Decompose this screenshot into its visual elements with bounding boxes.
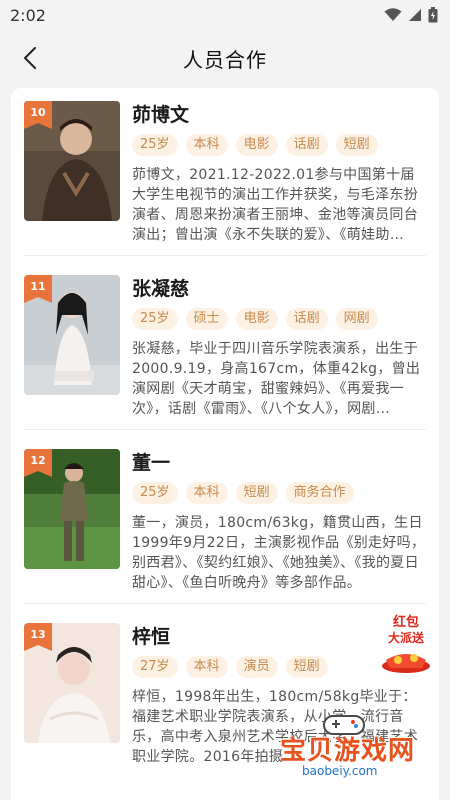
- person-name: 张凝慈: [132, 278, 190, 300]
- tag: 话剧: [285, 134, 328, 156]
- tag: 本科: [185, 656, 228, 678]
- chevron-left-icon: [24, 47, 36, 69]
- status-icons: [384, 7, 438, 23]
- person-description: 茆博文，2021.12-2022.01参与中国第十届大学生电视节的演出工作并获奖…: [132, 167, 418, 243]
- tag: 本科: [185, 482, 228, 504]
- page-title: 人员合作: [183, 47, 267, 72]
- signal-icon: [409, 9, 421, 21]
- tag-age: 25岁: [132, 482, 178, 504]
- rank-badge: 13: [24, 623, 52, 651]
- divider: [24, 255, 426, 256]
- person-description: 张凝慈，毕业于四川音乐学院表演系，出生于2000.9.19，身高167cm，体重…: [132, 341, 421, 417]
- person-list: 10 茆博文 25岁 本科 电影 话剧 短剧 茆博文，2021.12-2022.…: [11, 88, 439, 800]
- person-name: 董一: [132, 452, 171, 474]
- tag: 商务合作: [285, 482, 354, 504]
- tag-list: 27岁 本科 演员 短剧: [132, 656, 328, 678]
- divider: [24, 603, 426, 604]
- tag-age: 25岁: [132, 134, 178, 156]
- tag: 本科: [185, 134, 228, 156]
- person-card[interactable]: 11 张凝慈 25岁 硕士 电影 话剧 网剧 张凝慈，毕业于四川音乐学院表演系，…: [11, 262, 439, 430]
- rank-badge: 10: [24, 101, 52, 129]
- rank-badge: 12: [24, 449, 52, 477]
- tag: 短剧: [285, 656, 328, 678]
- back-button[interactable]: [14, 42, 46, 74]
- watermark-url: baobeiy.com: [302, 764, 378, 778]
- tag-list: 25岁 硕士 电影 话剧 网剧: [132, 308, 378, 330]
- tag: 短剧: [335, 134, 378, 156]
- tag: 电影: [235, 308, 278, 330]
- tag: 网剧: [335, 308, 378, 330]
- tag: 话剧: [285, 308, 328, 330]
- tag-age: 25岁: [132, 308, 178, 330]
- watermark-logo: 宝贝游戏网 baobeiy.com: [268, 712, 428, 792]
- app-header: 人员合作: [0, 30, 450, 86]
- tag-list: 25岁 本科 短剧 商务合作: [132, 482, 354, 504]
- watermark-text: 宝贝游戏网: [280, 736, 416, 766]
- red-packet-line1: 红包: [393, 614, 419, 630]
- status-bar: 2:02: [0, 0, 450, 30]
- person-card[interactable]: 10 茆博文 25岁 本科 电影 话剧 短剧 茆博文，2021.12-2022.…: [11, 88, 439, 256]
- person-photo: 10: [24, 101, 120, 221]
- tag-age: 27岁: [132, 656, 178, 678]
- wifi-icon: [384, 8, 402, 21]
- person-description: 董一，演员，180cm/63kg，籍贯山西，生日1999年9月22日，主演影视作…: [132, 515, 426, 591]
- rank-badge: 11: [24, 275, 52, 303]
- divider: [24, 429, 426, 430]
- person-name: 梓恒: [132, 626, 171, 648]
- tag: 短剧: [235, 482, 278, 504]
- tag: 电影: [235, 134, 278, 156]
- battery-icon: [428, 7, 438, 23]
- person-photo: 13: [24, 623, 120, 743]
- red-packet-line2: 大派送: [388, 630, 425, 645]
- status-time: 2:02: [10, 5, 46, 25]
- person-name: 茆博文: [132, 104, 190, 126]
- tag: 演员: [235, 656, 278, 678]
- person-card[interactable]: 12 董一 25岁 本科 短剧 商务合作 董一，演员，180cm/63kg，籍贯…: [11, 436, 439, 604]
- red-packet-promo[interactable]: 红包 大派送: [378, 608, 434, 674]
- person-photo: 11: [24, 275, 120, 395]
- person-photo: 12: [24, 449, 120, 569]
- tag-list: 25岁 本科 电影 话剧 短剧: [132, 134, 378, 156]
- tag: 硕士: [185, 308, 228, 330]
